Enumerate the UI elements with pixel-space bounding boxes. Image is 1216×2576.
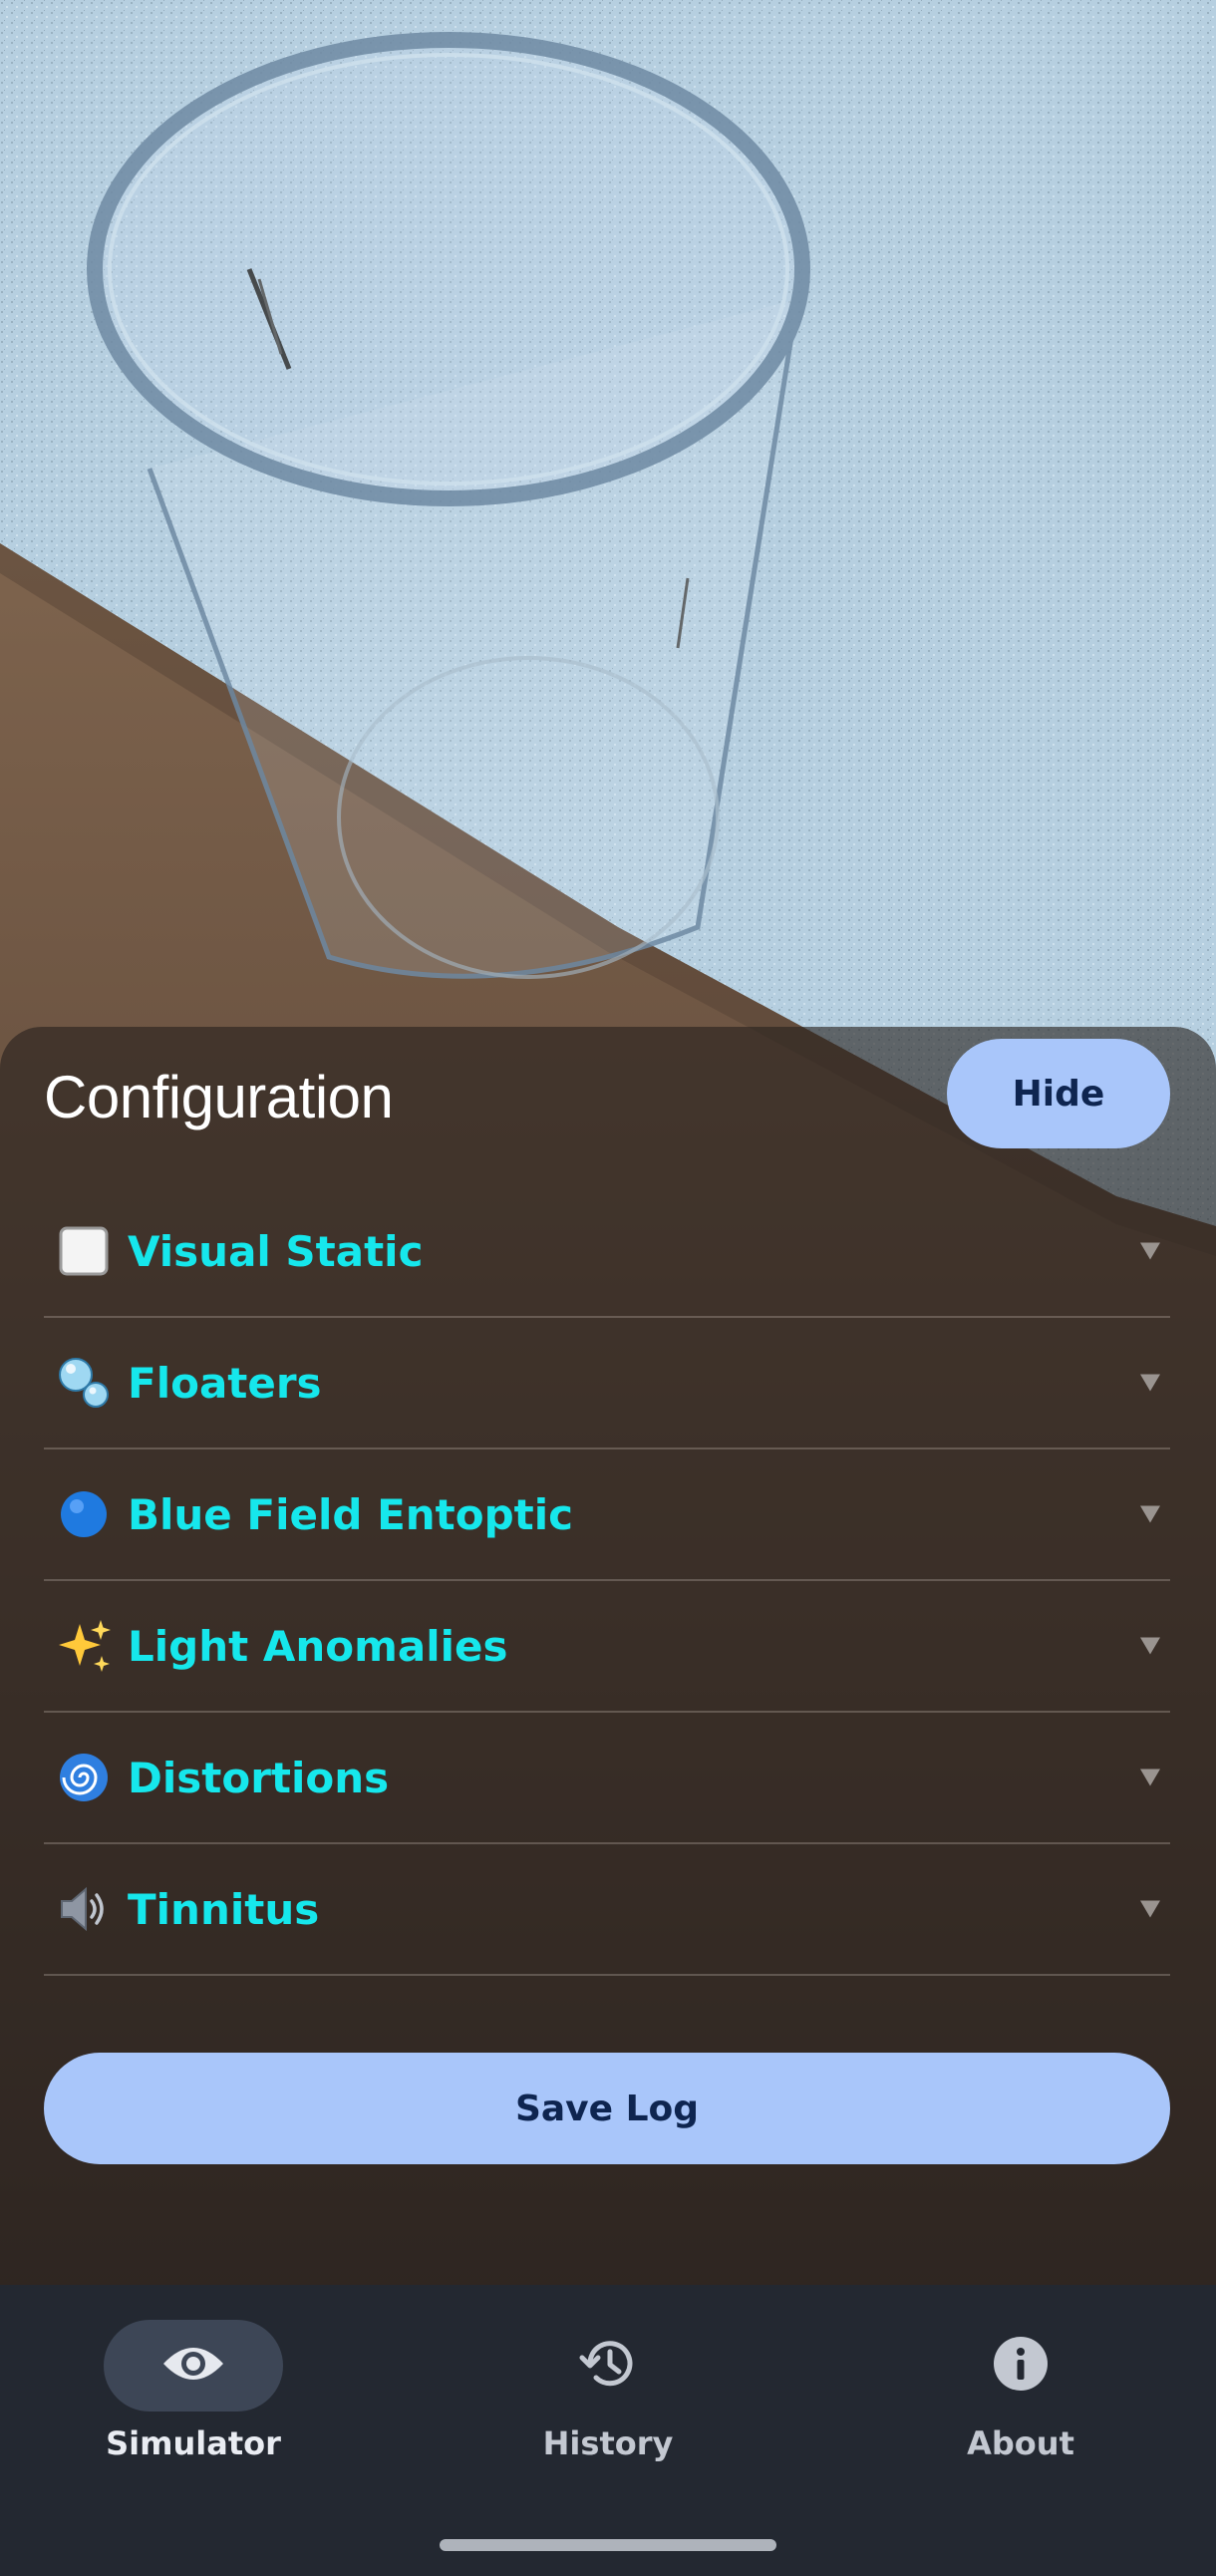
section-tinnitus[interactable]: Tinnitus: [44, 1844, 1170, 1976]
nav-label: About: [967, 2424, 1074, 2462]
expand-chevron-icon: [1140, 1505, 1160, 1523]
info-icon: [991, 2334, 1051, 2398]
nav-icon-container: [931, 2320, 1110, 2412]
section-label: Floaters: [128, 1358, 322, 1408]
section-label: Tinnitus: [128, 1884, 320, 1934]
section-list: Visual Static Floaters Blue Field Entopt…: [44, 1186, 1170, 1976]
section-light-anomalies[interactable]: Light Anomalies: [44, 1581, 1170, 1713]
cyclone-icon: [56, 1750, 112, 1805]
expand-chevron-icon: [1140, 1769, 1160, 1786]
nav-item-history[interactable]: History: [458, 2285, 758, 2484]
speaker-icon: [56, 1881, 112, 1937]
blue-circle-icon: [56, 1486, 112, 1542]
simulator-screen: Configuration Hide Visual Static Floater…: [0, 0, 1216, 2576]
section-visual-static[interactable]: Visual Static: [44, 1186, 1170, 1318]
nav-item-about[interactable]: About: [871, 2285, 1170, 2484]
section-label: Distortions: [128, 1753, 390, 1802]
section-floaters[interactable]: Floaters: [44, 1318, 1170, 1449]
expand-chevron-icon: [1140, 1637, 1160, 1655]
bottom-navigation: Simulator History About: [0, 2285, 1216, 2576]
nav-icon-container: [518, 2320, 698, 2412]
history-icon: [578, 2334, 638, 2398]
sparkles-icon: [56, 1618, 112, 1674]
section-distortions[interactable]: Distortions: [44, 1713, 1170, 1844]
nav-label: History: [542, 2424, 674, 2462]
eye-icon: [161, 2342, 225, 2390]
home-indicator[interactable]: [440, 2539, 776, 2551]
hide-button[interactable]: Hide: [947, 1039, 1170, 1148]
section-label: Blue Field Entoptic: [128, 1489, 574, 1539]
save-log-button[interactable]: Save Log: [44, 2053, 1170, 2164]
expand-chevron-icon: [1140, 1374, 1160, 1392]
nav-label: Simulator: [106, 2424, 281, 2462]
section-label: Visual Static: [128, 1226, 424, 1276]
section-blue-field-entoptic[interactable]: Blue Field Entoptic: [44, 1449, 1170, 1581]
bubbles-icon: [56, 1355, 112, 1411]
nav-active-indicator: [104, 2320, 283, 2412]
expand-chevron-icon: [1140, 1242, 1160, 1260]
expand-chevron-icon: [1140, 1900, 1160, 1918]
white-square-icon: [56, 1223, 112, 1279]
panel-title: Configuration: [44, 1064, 394, 1130]
nav-item-simulator[interactable]: Simulator: [44, 2285, 343, 2484]
section-label: Light Anomalies: [128, 1621, 508, 1671]
